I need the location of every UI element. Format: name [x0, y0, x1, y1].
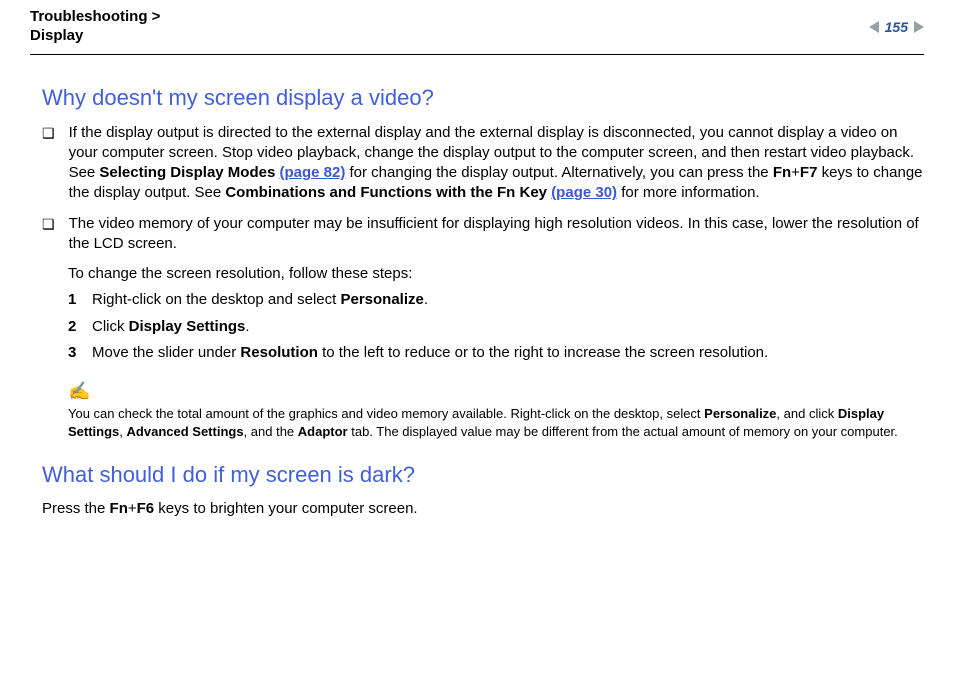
section-heading-video: Why doesn't my screen display a video?	[42, 85, 924, 111]
text: for more information.	[617, 184, 760, 201]
list-number: 3	[68, 343, 80, 363]
page-navigation: 155	[869, 10, 924, 44]
bold-text: Adaptor	[298, 424, 348, 439]
bold-text: Selecting Display Modes	[99, 164, 279, 181]
text: +	[791, 164, 800, 181]
breadcrumb: Troubleshooting > Display	[30, 8, 160, 46]
bullet-text: The video memory of your computer may be…	[69, 214, 924, 255]
note-icon: ✍	[68, 379, 924, 403]
next-page-icon[interactable]	[914, 21, 924, 33]
list-text: Click Display Settings.	[92, 317, 250, 337]
numbered-list: 1 Right-click on the desktop and select …	[68, 290, 924, 363]
text: Move the slider under	[92, 344, 240, 361]
list-text: Right-click on the desktop and select Pe…	[92, 290, 428, 310]
text: keys to brighten your computer screen.	[154, 500, 417, 517]
text: .	[245, 318, 249, 335]
text: +	[128, 500, 137, 517]
list-number: 2	[68, 317, 80, 337]
bold-text: Advanced Settings	[127, 424, 244, 439]
key-f7: F7	[800, 164, 818, 181]
bullet-item: ❑ The video memory of your computer may …	[42, 214, 924, 255]
list-text: Move the slider under Resolution to the …	[92, 343, 768, 363]
list-item: 3 Move the slider under Resolution to th…	[68, 343, 924, 363]
bullet-text: If the display output is directed to the…	[69, 123, 924, 204]
text: Right-click on the desktop and select	[92, 291, 340, 308]
list-item: 1 Right-click on the desktop and select …	[68, 290, 924, 310]
breadcrumb-link-display[interactable]: Display	[30, 27, 83, 44]
page-header: Troubleshooting > Display 155	[30, 8, 924, 55]
breadcrumb-link-troubleshooting[interactable]: Troubleshooting	[30, 8, 148, 25]
key-fn: Fn	[773, 164, 791, 181]
text: tab. The displayed value may be differen…	[348, 424, 898, 439]
text: ,	[119, 424, 126, 439]
text: You can check the total amount of the gr…	[68, 406, 704, 421]
bullet-marker-icon: ❑	[42, 214, 55, 233]
bold-text: Personalize	[704, 406, 776, 421]
text: , and the	[244, 424, 298, 439]
bullet-marker-icon: ❑	[42, 123, 55, 142]
breadcrumb-separator: >	[148, 8, 161, 25]
document-page: Troubleshooting > Display 155 Why doesn'…	[0, 0, 954, 674]
key-f6: F6	[137, 500, 155, 517]
bold-text: Resolution	[240, 344, 318, 361]
bullet-item: ❑ If the display output is directed to t…	[42, 123, 924, 204]
note-block: ✍ You can check the total amount of the …	[68, 379, 924, 440]
link-page-30[interactable]: (page 30)	[551, 184, 617, 201]
text: , and click	[776, 406, 837, 421]
key-fn: Fn	[110, 500, 128, 517]
section-heading-dark-screen: What should I do if my screen is dark?	[42, 462, 924, 488]
subtext: To change the screen resolution, follow …	[68, 264, 924, 284]
page-content: Why doesn't my screen display a video? ❑…	[30, 55, 924, 518]
text: for changing the display output. Alterna…	[345, 164, 772, 181]
bold-text: Personalize	[340, 291, 423, 308]
text: to the left to reduce or to the right to…	[318, 344, 768, 361]
bold-text: Combinations and Functions with the Fn K…	[225, 184, 551, 201]
list-item: 2 Click Display Settings.	[68, 317, 924, 337]
list-number: 1	[68, 290, 80, 310]
text: Click	[92, 318, 129, 335]
prev-page-icon[interactable]	[869, 21, 879, 33]
text: Press the	[42, 500, 110, 517]
bold-text: Display Settings	[129, 318, 246, 335]
link-page-82[interactable]: (page 82)	[279, 164, 345, 181]
text: .	[424, 291, 428, 308]
paragraph: Press the Fn+F6 keys to brighten your co…	[42, 500, 924, 517]
page-number: 155	[885, 19, 908, 35]
